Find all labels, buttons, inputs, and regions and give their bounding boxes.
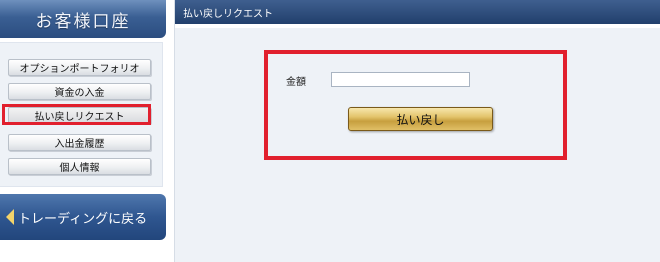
account-header: お客様口座 <box>0 0 166 38</box>
sidebar-item-personal-info[interactable]: 個人情報 <box>8 158 151 175</box>
sidebar-item-withdrawal-request[interactable]: 払い戻しリクエスト <box>8 107 151 124</box>
sidebar-item-transaction-history[interactable]: 入出金履歴 <box>8 134 151 151</box>
sidebar-item-deposit[interactable]: 資金の入金 <box>8 83 151 100</box>
back-to-trading-button[interactable]: トレーディングに戻る <box>0 194 166 240</box>
left-arrow-icon <box>6 209 14 225</box>
main-content: 払い戻しリクエスト 金額 払い戻し <box>174 0 660 262</box>
back-to-trading-label: トレーディングに戻る <box>18 211 148 227</box>
sidebar-item-option-portfolio[interactable]: オプションポートフォリオ <box>8 59 151 76</box>
form-highlight-box <box>264 50 567 160</box>
withdraw-button[interactable]: 払い戻し <box>348 107 493 131</box>
amount-input[interactable] <box>331 72 470 87</box>
title-divider <box>175 24 660 28</box>
amount-label: 金額 <box>286 77 306 88</box>
sidebar: お客様口座 オプションポートフォリオ 資金の入金 払い戻しリクエスト 入出金履歴… <box>0 0 168 262</box>
page-title: 払い戻しリクエスト <box>175 0 660 24</box>
